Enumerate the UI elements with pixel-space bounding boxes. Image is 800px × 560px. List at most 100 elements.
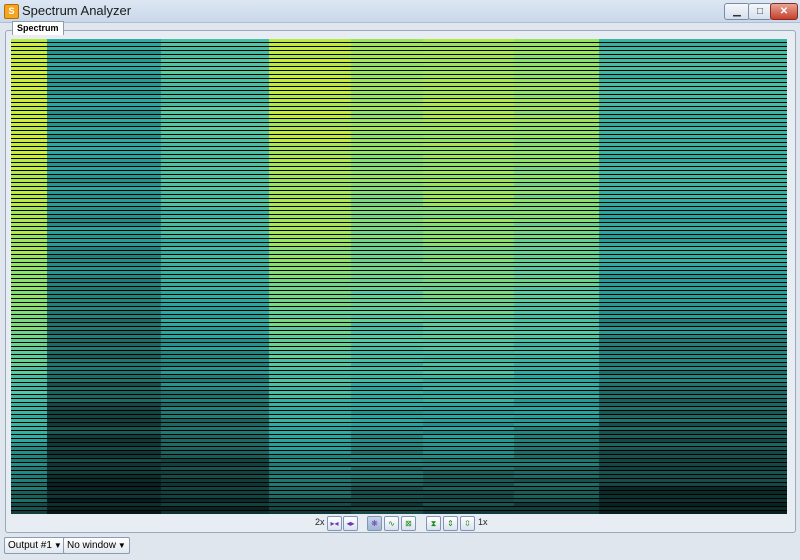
spectrogram-cell [514, 211, 599, 214]
spectrogram-cell [269, 207, 351, 210]
spectrogram-cell [47, 291, 161, 294]
spectrogram-cell [423, 127, 514, 130]
spectrogram-cell [161, 331, 269, 334]
spectrogram-cell [514, 247, 599, 250]
spectrogram-cell [161, 159, 269, 162]
spectrogram-cell [47, 91, 161, 94]
waveform-mode-button[interactable]: ∿ [384, 516, 399, 531]
spectrogram-cell [599, 339, 787, 342]
spectrogram-cell [269, 355, 351, 358]
spectrogram-cell [161, 171, 269, 174]
spectrogram-cell [599, 511, 787, 514]
spectrogram-cell [423, 399, 514, 402]
spectrogram-cell [47, 63, 161, 66]
spectrogram-cell [599, 63, 787, 66]
zoom-out-y-button[interactable]: ⇳ [460, 516, 475, 531]
spectrogram-cell [599, 431, 787, 434]
spectrogram-cell [514, 99, 599, 102]
window-select[interactable]: No window ▼ [63, 537, 130, 554]
spectrogram-cell [599, 155, 787, 158]
tab-spectrum[interactable]: Spectrum [12, 21, 64, 35]
spectrogram-cell [351, 395, 423, 398]
spectrogram-cell [423, 87, 514, 90]
spectrogram-cell [269, 115, 351, 118]
spectrogram-cell [351, 307, 423, 310]
spectrogram-cell [514, 79, 599, 82]
spectrogram-cell [351, 295, 423, 298]
spectrogram-cell [11, 191, 47, 194]
spectrogram-cell [161, 287, 269, 290]
spectrogram-cell [47, 315, 161, 318]
spectrogram-cell [599, 323, 787, 326]
spectrogram-cell [161, 115, 269, 118]
spectrogram-cell [423, 103, 514, 106]
spectrogram-cell [423, 335, 514, 338]
spectrogram-cell [351, 375, 423, 378]
spectrogram-cell [269, 291, 351, 294]
spectrogram-cell [351, 399, 423, 402]
spectrogram-cell [269, 491, 351, 494]
spectrogram-cell [11, 431, 47, 434]
output-select[interactable]: Output #1 ▼ [4, 537, 66, 554]
spectrogram-cell [269, 299, 351, 302]
spectrogram-cell [514, 491, 599, 494]
spectrogram-cell [269, 263, 351, 266]
spectrogram-cell [161, 323, 269, 326]
spectrogram-cell [47, 467, 161, 470]
spectrogram-cell [161, 247, 269, 250]
fit-button[interactable]: ⊠ [401, 516, 416, 531]
spectrogram-cell [423, 211, 514, 214]
spectrogram-cell [423, 159, 514, 162]
spectrogram-cell [47, 455, 161, 458]
spectrogram-cell [11, 327, 47, 330]
spectrogram-cell [269, 375, 351, 378]
spectrogram-cell [47, 407, 161, 410]
spectrogram-cell [351, 367, 423, 370]
spectrogram-cell [11, 107, 47, 110]
spectrogram-cell [351, 259, 423, 262]
spectrogram-cell [514, 363, 599, 366]
spectrogram-cell [423, 483, 514, 486]
spectrogram-cell [161, 375, 269, 378]
scroll-y-button[interactable]: ⇕ [443, 516, 458, 531]
spectrogram-cell [161, 75, 269, 78]
spectrogram-view[interactable] [11, 39, 787, 514]
spectrogram-cell [351, 55, 423, 58]
spectrogram-cell [161, 295, 269, 298]
spectrum-mode-button[interactable]: ❋ [367, 516, 382, 531]
spectrogram-cell [161, 179, 269, 182]
zoom-in-x-button[interactable]: ▸◂ [327, 516, 342, 531]
spectrogram-cell [351, 91, 423, 94]
spectrogram-cell [423, 467, 514, 470]
spectrogram-cell [423, 283, 514, 286]
spectrogram-cell [269, 319, 351, 322]
spectrogram-cell [514, 475, 599, 478]
spectrogram-cell [514, 83, 599, 86]
close-button[interactable]: ✕ [770, 3, 798, 20]
spectrogram-cell [11, 139, 47, 142]
spectrogram-cell [514, 163, 599, 166]
spectrogram-cell [11, 451, 47, 454]
maximize-button[interactable]: □ [748, 3, 772, 20]
spectrogram-cell [423, 179, 514, 182]
spectrogram-cell [423, 287, 514, 290]
spectrogram-cell [161, 239, 269, 242]
spectrogram-cell [11, 227, 47, 230]
spectrogram-cell [47, 43, 161, 46]
spectrogram-cell [47, 231, 161, 234]
spectrogram-cell [351, 391, 423, 394]
spectrogram-cell [11, 503, 47, 506]
spectrogram-cell [47, 339, 161, 342]
spectrogram-cell [161, 403, 269, 406]
spectrogram-cell [351, 279, 423, 282]
spectrogram-cell [351, 363, 423, 366]
zoom-in-y-button[interactable]: ⧗ [426, 516, 441, 531]
spectrogram-cell [11, 67, 47, 70]
spectrogram-cell [161, 283, 269, 286]
spectrogram-cell [423, 203, 514, 206]
spectrogram-cell [269, 351, 351, 354]
minimize-button[interactable]: ▁ [724, 3, 750, 20]
zoom-out-x-button[interactable]: ◂▸ [343, 516, 358, 531]
spectrogram-cell [47, 319, 161, 322]
spectrogram-cell [47, 155, 161, 158]
